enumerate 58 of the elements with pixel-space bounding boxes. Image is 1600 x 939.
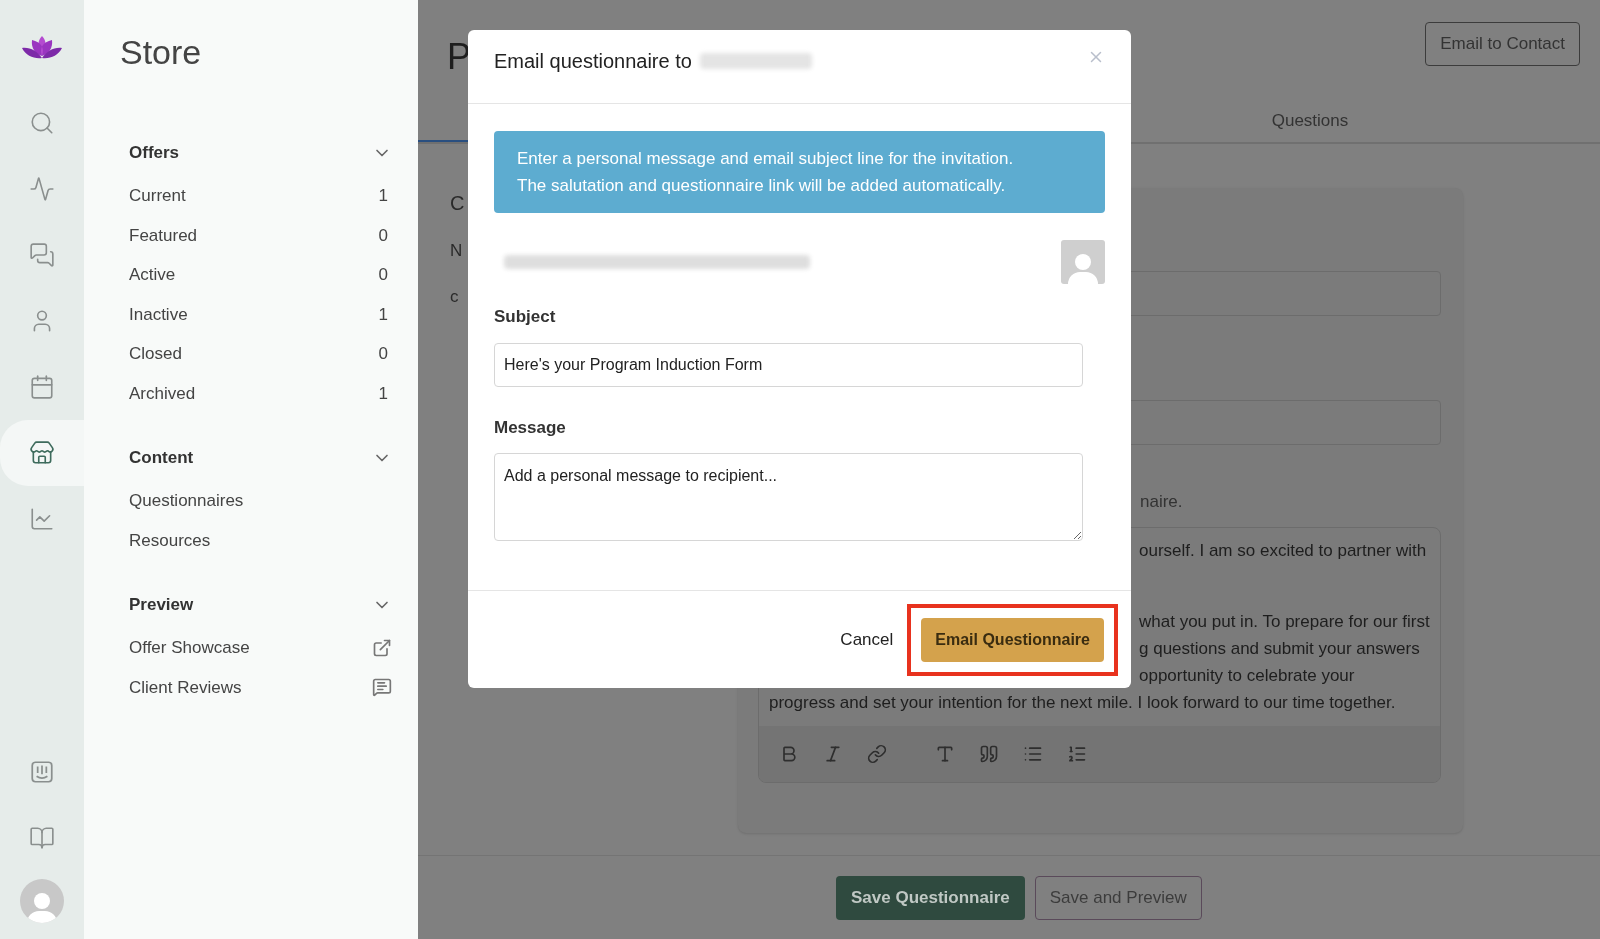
- section-title: Offers: [129, 142, 180, 165]
- item-count: 1: [378, 303, 389, 326]
- item-count: 0: [378, 343, 389, 365]
- nav-item[interactable]: Featured 0: [120, 215, 392, 255]
- nav-item[interactable]: Inactive 1: [120, 294, 392, 334]
- editor-text-line: ourself. I am so excited to partner with: [1139, 539, 1427, 562]
- info-message: Enter a personal message and email subject line for the invitation. The salutation and questionnaire link will be added automatically.: [494, 131, 1105, 213]
- hint-text: naire.: [1140, 492, 1183, 511]
- chat-icon: [29, 242, 55, 268]
- message-label: Message: [494, 416, 567, 439]
- rail-item[interactable]: [0, 420, 84, 486]
- subject-input[interactable]: Here's your Program Induction Form: [494, 342, 1083, 387]
- external-link-icon: [372, 637, 392, 658]
- nav-item[interactable]: Archived 1: [120, 373, 392, 413]
- link-icon[interactable]: [867, 743, 887, 764]
- nav-item[interactable]: Closed 0: [120, 334, 392, 374]
- editor-text-line: opportunity to celebrate your: [1139, 664, 1355, 687]
- section-title: Preview: [129, 594, 194, 617]
- nav-item[interactable]: Current 1: [120, 176, 392, 216]
- cancel-button[interactable]: Cancel: [838, 626, 896, 653]
- text-fragment: c: [450, 285, 459, 308]
- item-count: 1: [378, 382, 389, 405]
- subject-label: Subject: [494, 306, 557, 328]
- editor-text-line: progress and set your intention for the next mile. I look forward to our time together.: [769, 691, 1396, 714]
- text-fragment: N: [450, 240, 463, 262]
- dialog-title: Email questionnaire to: [494, 49, 692, 74]
- book-icon[interactable]: [29, 825, 55, 851]
- nav-item[interactable]: Resources: [120, 520, 392, 560]
- save-questionnaire-button[interactable]: Save Questionnaire: [836, 875, 1025, 920]
- email-questionnaire-button[interactable]: Email Questionnaire: [921, 617, 1104, 662]
- message-textarea[interactable]: Add a personal message to recipient...: [494, 453, 1083, 541]
- chart-icon: [29, 506, 55, 532]
- calendar-icon: [29, 374, 55, 400]
- recipient-avatar-icon: [1061, 240, 1105, 284]
- item-count: 0: [378, 264, 389, 286]
- nav-item[interactable]: Offer Showcase: [120, 628, 392, 668]
- nav-item[interactable]: Client Reviews: [120, 667, 392, 707]
- panel-title: Store: [120, 32, 203, 72]
- nav-item[interactable]: Questionnaires: [120, 481, 392, 521]
- editor-text-line: g questions and submit your answers: [1139, 637, 1420, 660]
- section-header[interactable]: Content: [120, 441, 392, 475]
- text-fragment: C: [450, 191, 465, 216]
- editor-text-line: what you put in. To prepare for our first: [1139, 610, 1430, 633]
- italic-icon[interactable]: [823, 743, 843, 764]
- section-header[interactable]: Preview: [120, 588, 392, 622]
- avatar-icon[interactable]: [20, 879, 64, 923]
- store-icon: [29, 440, 55, 466]
- review-icon: [372, 677, 392, 698]
- section-title: Content: [129, 447, 194, 470]
- item-count: 0: [378, 224, 389, 247]
- search-icon: [29, 110, 55, 136]
- section-header[interactable]: Offers: [120, 136, 392, 170]
- activity-icon: [29, 176, 55, 202]
- quote-icon[interactable]: [979, 743, 999, 764]
- page-title: P: [447, 35, 471, 79]
- item-count: 1: [378, 185, 389, 207]
- nav-item[interactable]: Active 0: [120, 255, 392, 295]
- support-icon[interactable]: [29, 759, 55, 785]
